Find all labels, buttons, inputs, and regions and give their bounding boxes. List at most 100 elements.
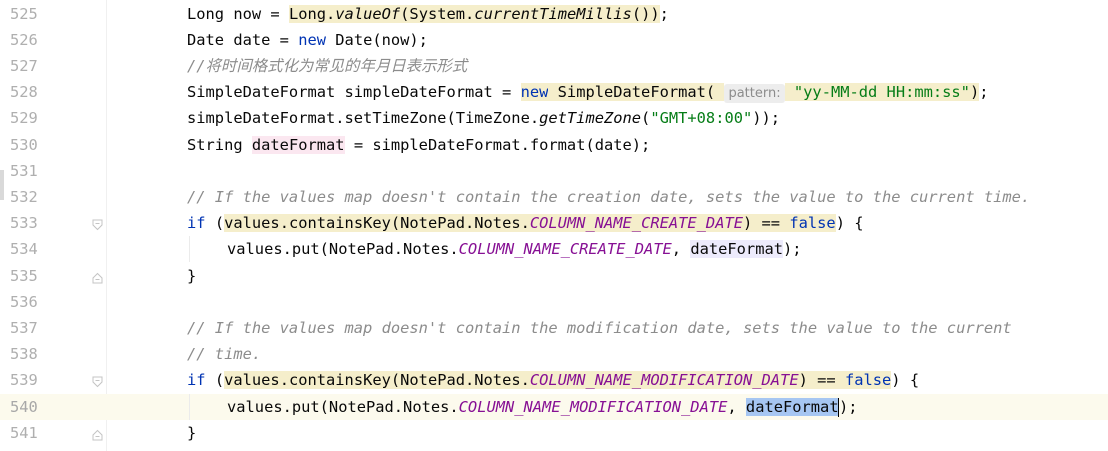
code-token: ) == [743, 214, 790, 233]
line-number: 540 [10, 397, 38, 416]
code-token: } [187, 266, 197, 285]
code-line[interactable]: 530 String dateFormat = simpleDateFormat.… [0, 132, 1108, 158]
code-text: //将时间格式化为常见的年月日表示形式 [187, 53, 467, 79]
code-line[interactable]: 534 values.put(NotePad.Notes.COLUMN_NAME_… [0, 236, 1108, 262]
code-token: COLUMN_NAME_MODIFICATION_DATE [529, 371, 799, 390]
code-token: ( [205, 214, 225, 233]
code-editor[interactable]: 525 Long now = Long.valueOf(System.curren… [0, 0, 1108, 451]
code-token: ; [659, 4, 669, 23]
code-line[interactable]: 539 if (values.containsKey(NotePad.Notes.… [0, 367, 1108, 393]
code-token: dateFormat [251, 135, 345, 154]
code-token: Long now = [187, 4, 289, 23]
indent-guide [189, 393, 190, 420]
code-token: false [789, 214, 836, 233]
code-token: COLUMN_NAME_CREATE_DATE [458, 240, 672, 259]
code-line[interactable]: 537 // If the values map doesn't contain … [0, 315, 1108, 341]
indent-guide [189, 236, 190, 263]
code-line[interactable]: 535} [0, 263, 1108, 289]
code-text: } [187, 420, 196, 446]
code-token: ); [783, 240, 802, 259]
line-number: 527 [10, 56, 38, 75]
fold-open-icon[interactable] [92, 217, 103, 231]
code-token: Long. [288, 4, 336, 23]
code-token: Date(now); [326, 30, 428, 49]
code-token: // If the values map doesn't contain the… [187, 318, 1012, 337]
code-line[interactable]: 527 //将时间格式化为常见的年月日表示形式 [0, 53, 1108, 79]
code-token: dateFormat [690, 240, 783, 259]
line-number: 528 [10, 83, 38, 102]
code-line[interactable]: 533 if (values.containsKey(NotePad.Notes.… [0, 210, 1108, 236]
code-line[interactable]: 525 Long now = Long.valueOf(System.curren… [0, 1, 1108, 27]
code-line[interactable]: 532 // If the values map doesn't contain … [0, 184, 1108, 210]
code-token: currentTimeMillis [474, 4, 632, 23]
code-text: Date date = new Date(now); [187, 27, 428, 53]
code-text: values.put(NotePad.Notes.COLUMN_NAME_CRE… [227, 236, 802, 262]
code-token: SimpleDateFormat simpleDateFormat = [187, 83, 521, 102]
code-token: dateForma [745, 397, 830, 416]
line-number: 536 [10, 292, 38, 311]
code-token: //将时间格式化为常见的年月日表示形式 [187, 56, 468, 75]
code-token: ) { [835, 214, 864, 233]
line-number: 531 [10, 161, 38, 180]
line-number: 532 [10, 187, 38, 206]
parameter-hint: pattern: [724, 84, 785, 104]
code-token: ()) [631, 4, 660, 23]
line-number: 533 [10, 214, 38, 233]
code-line[interactable]: 538 // time. [0, 341, 1108, 367]
code-token: )); [752, 109, 781, 128]
code-token: values.containsKey(NotePad.Notes. [224, 371, 530, 390]
line-number: 541 [10, 423, 38, 442]
code-token: new [520, 83, 549, 102]
code-line[interactable]: 526 Date date = new Date(now); [0, 27, 1108, 53]
code-token: values.put(NotePad.Notes. [227, 240, 459, 259]
code-token: SimpleDateFormat( [548, 83, 725, 102]
code-token: if [187, 371, 206, 390]
code-line[interactable]: 531 [0, 158, 1108, 184]
code-token: , [727, 397, 746, 416]
code-token: ( [205, 371, 225, 390]
code-token: ) { [891, 371, 920, 390]
code-token: String [187, 135, 252, 154]
code-token: getTimeZone [539, 109, 642, 128]
line-number: 534 [10, 240, 38, 259]
line-number: 529 [10, 109, 38, 128]
line-number: 525 [10, 4, 38, 23]
code-token: ) [969, 83, 980, 102]
code-line[interactable]: 540 values.put(NotePad.Notes.COLUMN_NAME_… [0, 393, 1108, 420]
code-text: if (values.containsKey(NotePad.Notes.COL… [187, 210, 864, 236]
code-token: // time. [187, 345, 262, 364]
code-token: "GMT+08:00" [650, 109, 753, 128]
line-number: 538 [10, 345, 38, 364]
code-token: Date date = [187, 30, 299, 49]
code-token [784, 83, 794, 102]
fold-close-icon[interactable] [92, 427, 103, 441]
code-token: (System. [400, 4, 475, 23]
code-text: values.put(NotePad.Notes.COLUMN_NAME_MOD… [227, 394, 858, 420]
code-token: new [298, 30, 327, 49]
code-token: values.put(NotePad.Notes. [227, 397, 459, 416]
code-token: false [844, 371, 892, 390]
code-text: String dateFormat = simpleDateFormat.for… [187, 132, 650, 158]
code-token: COLUMN_NAME_CREATE_DATE [529, 214, 743, 233]
code-text: if (values.containsKey(NotePad.Notes.COL… [187, 367, 919, 393]
code-line[interactable]: 529 simpleDateFormat.setTimeZone(TimeZone… [0, 105, 1108, 131]
code-text: // If the values map doesn't contain the… [187, 315, 1012, 341]
fold-close-icon[interactable] [92, 270, 103, 283]
code-text: // If the values map doesn't contain the… [187, 184, 1030, 210]
code-token: ( [641, 109, 651, 128]
code-line[interactable]: 541} [0, 420, 1108, 446]
code-token: simpleDateFormat.setTimeZone(TimeZone. [187, 109, 540, 128]
line-number: 539 [10, 371, 38, 390]
code-text: SimpleDateFormat simpleDateFormat = new … [187, 79, 989, 105]
code-token: } [187, 423, 197, 442]
line-number: 526 [10, 30, 38, 49]
code-token: = simpleDateFormat.format(date); [344, 135, 651, 154]
code-line[interactable]: 536 [0, 289, 1108, 315]
fold-open-icon[interactable] [92, 374, 103, 388]
code-line[interactable]: 528 SimpleDateFormat simpleDateFormat = n… [0, 79, 1108, 105]
code-token: COLUMN_NAME_MODIFICATION_DATE [458, 397, 728, 416]
code-text: // time. [187, 341, 261, 367]
code-token: ) == [798, 371, 845, 390]
code-text: } [187, 263, 196, 289]
line-number: 535 [10, 266, 38, 285]
